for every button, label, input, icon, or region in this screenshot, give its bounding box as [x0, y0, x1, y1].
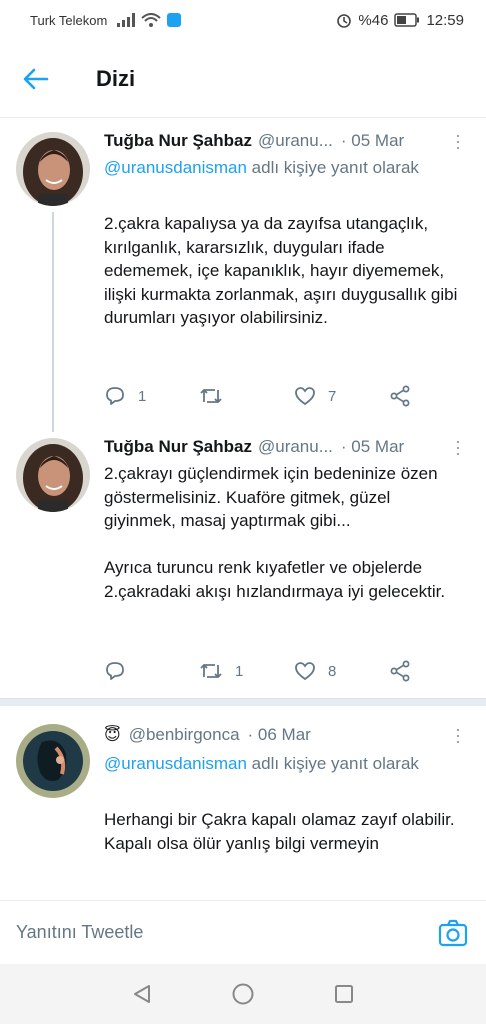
like-count: 7: [328, 387, 337, 405]
retweet-icon: [200, 389, 222, 403]
reply-icon: [106, 662, 124, 680]
tweet-text: Herhangi bir Çakra kapalı olamaz zayıf o…: [104, 810, 455, 853]
retweet-button[interactable]: [199, 386, 294, 406]
more-options-icon[interactable]: · · ·: [454, 432, 462, 462]
tweet-date: · 05 Mar: [340, 437, 405, 456]
status-right: %46 12:59: [336, 12, 464, 29]
tweet-1[interactable]: Tuğba Nur Şahbaz @uranu... · 05 Mar · · · …: [0, 118, 486, 432]
wifi-icon: [141, 13, 161, 27]
tweet-date: · 05 Mar: [340, 131, 405, 150]
heart-icon: [295, 387, 315, 406]
more-options-icon[interactable]: · · ·: [454, 126, 462, 156]
camera-button[interactable]: [438, 919, 468, 952]
share-button[interactable]: [389, 660, 423, 682]
battery-icon: [394, 13, 420, 27]
reply-icon: [106, 387, 124, 405]
tweet-actions: 1 8: [104, 658, 426, 684]
arrow-left-icon: [23, 68, 49, 89]
back-button[interactable]: [0, 40, 72, 118]
status-bar: Turk Telekom %46 12:59: [0, 0, 486, 40]
reply-input[interactable]: Yanıtını Tweetle: [16, 922, 143, 943]
retweet-button[interactable]: 1: [199, 661, 294, 681]
reply-button[interactable]: [104, 661, 199, 681]
reply-button[interactable]: 1: [104, 386, 199, 406]
camera-icon: [438, 919, 468, 947]
more-options-icon[interactable]: · · ·: [454, 720, 462, 750]
reply-context: @uranusdanisman adlı kişiye yanıt olarak: [104, 156, 462, 179]
author-handle[interactable]: @uranu...: [258, 437, 333, 457]
reply-to-link[interactable]: @uranusdanisman: [104, 754, 247, 773]
tweet-header: Tuğba Nur Şahbaz @uranu... · 05 Mar: [104, 130, 470, 152]
retweet-icon: [200, 664, 222, 678]
back-triangle-icon[interactable]: [131, 983, 153, 1005]
shield-icon: [167, 13, 182, 27]
tweet-text: 2.çakrayı güçlendirmek için bedeninize ö…: [104, 464, 446, 601]
clock: 12:59: [426, 11, 464, 29]
tweet-3[interactable]: 😇 @benbirgonca · 06 Mar · · · @uranusdanis…: [0, 706, 486, 900]
avatar[interactable]: [16, 132, 90, 206]
author-name[interactable]: Tuğba Nur Şahbaz: [104, 131, 252, 151]
signal-indicators: [117, 13, 182, 27]
tweet-actions: 1 7: [104, 383, 426, 409]
author-handle[interactable]: @benbirgonca: [129, 725, 240, 745]
app-header: Dizi: [0, 40, 486, 118]
reply-context: @uranusdanisman adlı kişiye yanıt olarak: [104, 752, 462, 775]
reply-to-suffix: adlı kişiye yanıt olarak: [246, 158, 419, 177]
tweet-date: · 06 Mar: [247, 725, 311, 744]
share-button[interactable]: [389, 385, 423, 407]
share-icon: [390, 660, 410, 682]
signal-icon: [117, 13, 136, 27]
alarm-icon: [337, 14, 352, 28]
tweet-2[interactable]: Tuğba Nur Şahbaz @uranu... · 05 Mar · · · …: [0, 428, 486, 696]
section-divider: [0, 698, 486, 706]
tweet-header: Tuğba Nur Şahbaz @uranu... · 05 Mar: [104, 436, 470, 458]
tweet-header: 😇 @benbirgonca · 06 Mar: [104, 724, 470, 746]
page-title: Dizi: [96, 65, 136, 91]
author-handle[interactable]: @uranu...: [258, 131, 333, 151]
reply-count: 1: [138, 387, 147, 405]
carrier-name: Turk Telekom: [30, 12, 108, 28]
thread-line: [52, 212, 54, 432]
retweet-count: 1: [235, 662, 244, 680]
share-icon: [390, 385, 410, 407]
author-name[interactable]: Tuğba Nur Şahbaz: [104, 437, 252, 457]
system-nav-bar: [0, 964, 486, 1024]
avatar[interactable]: [16, 438, 90, 512]
battery-percent: %46: [358, 11, 389, 29]
emoji-angel: 😇: [104, 727, 121, 744]
reply-to-link[interactable]: @uranusdanisman: [104, 158, 247, 177]
avatar[interactable]: [16, 724, 90, 798]
home-circle-icon[interactable]: [231, 982, 255, 1006]
recents-square-icon[interactable]: [333, 983, 355, 1005]
like-count: 8: [328, 662, 337, 680]
reply-composer[interactable]: Yanıtını Tweetle: [0, 900, 486, 964]
tweet-text: 2.çakra kapalıysa ya da zayıfsa utangaçl…: [104, 214, 458, 327]
like-button[interactable]: 7: [294, 386, 389, 406]
reply-to-suffix: adlı kişiye yanıt olarak: [246, 754, 419, 773]
heart-icon: [295, 662, 315, 681]
like-button[interactable]: 8: [294, 661, 389, 681]
